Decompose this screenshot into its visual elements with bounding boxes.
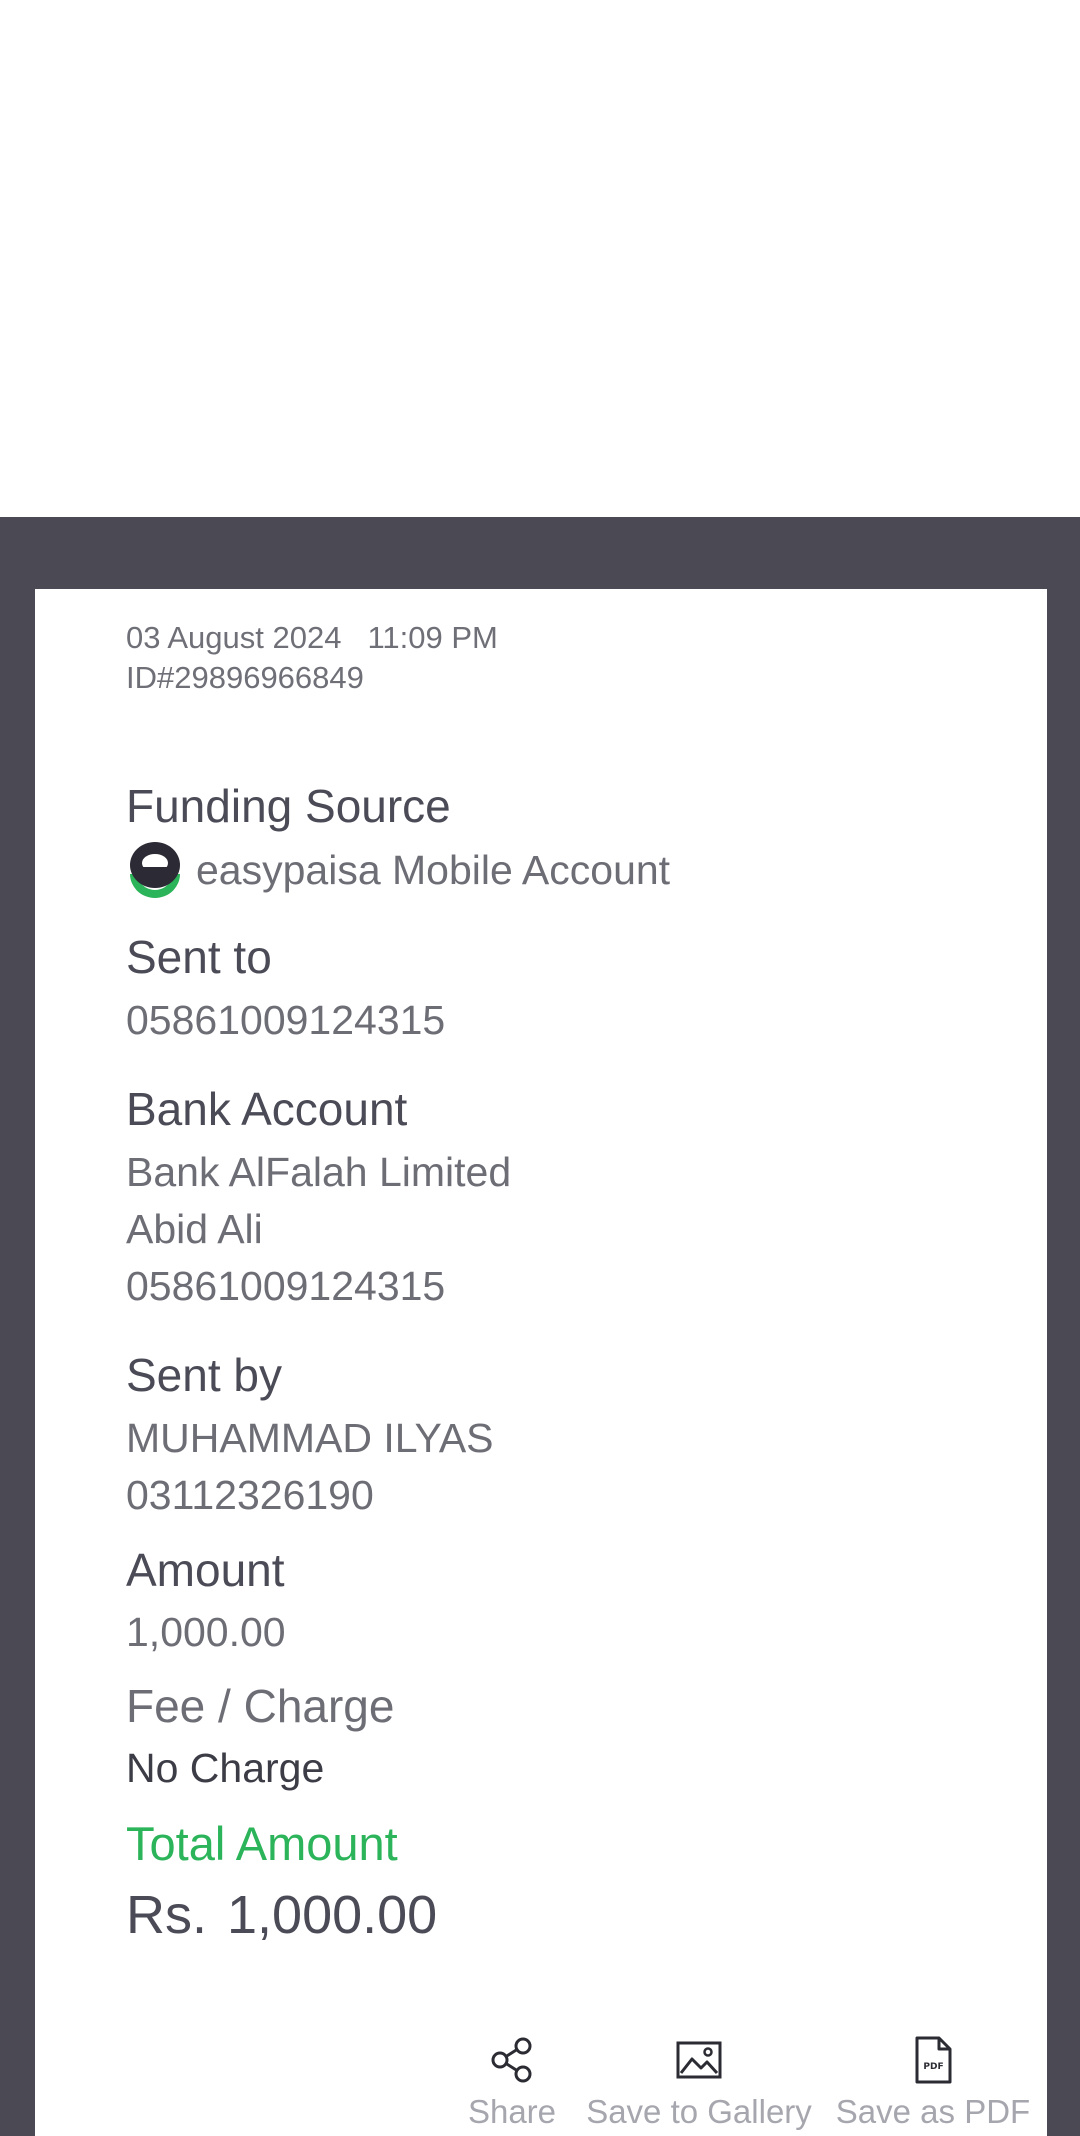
share-icon bbox=[491, 2037, 532, 2083]
transaction-datetime: 03 August 2024 11:09 PM bbox=[126, 618, 498, 658]
fee-label: Fee / Charge bbox=[126, 1680, 395, 1732]
account-title: Abid Ali bbox=[126, 1206, 263, 1252]
funding-source-label: Funding Source bbox=[126, 780, 451, 832]
sent-to-label: Sent to bbox=[126, 931, 272, 983]
pdf-icon-text: PDF bbox=[923, 2062, 943, 2072]
amount-value: 1,000.00 bbox=[126, 1609, 286, 1655]
share-label: Share bbox=[467, 2093, 557, 2130]
transaction-date: 03 August 2024 bbox=[126, 620, 342, 655]
transaction-time: 11:09 PM bbox=[367, 620, 498, 655]
image-icon bbox=[676, 2041, 722, 2079]
pdf-file-icon: PDF bbox=[915, 2036, 952, 2084]
receipt-card: 03 August 2024 11:09 PM ID#29896966849 Fu… bbox=[35, 589, 1047, 2136]
sent-to-value: 05861009124315 bbox=[126, 997, 446, 1043]
transaction-id: ID#29896966849 bbox=[126, 660, 364, 695]
save-as-pdf-label: Save as PDF bbox=[835, 2093, 1031, 2130]
fee-value: No Charge bbox=[126, 1745, 325, 1791]
currency-symbol: Rs. bbox=[126, 1885, 207, 1945]
save-to-gallery-button[interactable]: Save to Gallery bbox=[557, 2035, 841, 2133]
total-amount-number: 1,000.00 bbox=[227, 1885, 438, 1945]
sender-name: MUHAMMAD ILYAS bbox=[126, 1415, 494, 1461]
amount-label: Amount bbox=[126, 1544, 285, 1596]
account-number: 05861009124315 bbox=[126, 1263, 446, 1309]
sender-phone: 03112326190 bbox=[126, 1472, 374, 1518]
save-as-pdf-button[interactable]: PDF Save as PDF bbox=[803, 2035, 1063, 2133]
bank-name: Bank AlFalah Limited bbox=[126, 1149, 512, 1195]
save-to-gallery-label: Save to Gallery bbox=[586, 2093, 812, 2130]
easypaisa-logo-icon bbox=[130, 842, 180, 898]
sent-by-label: Sent by bbox=[126, 1349, 282, 1401]
bank-account-label: Bank Account bbox=[126, 1083, 408, 1135]
total-amount-value: Rs. 1,000.00 bbox=[126, 1882, 437, 1948]
blank-area bbox=[0, 0, 1080, 517]
funding-source-value: easypaisa Mobile Account bbox=[196, 847, 671, 893]
total-amount-label: Total Amount bbox=[126, 1817, 398, 1870]
